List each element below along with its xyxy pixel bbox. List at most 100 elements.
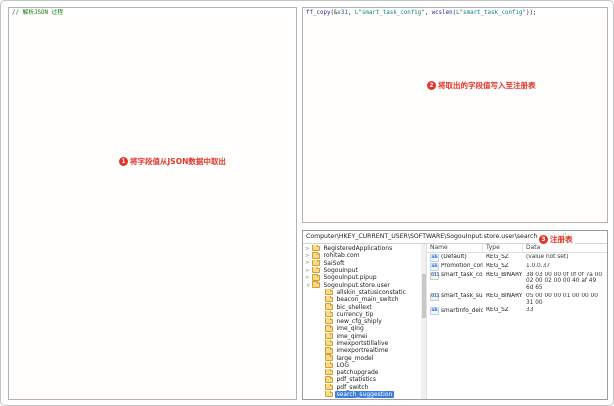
folder-icon [325, 376, 333, 383]
tree-item-label: pdf_statistics [336, 376, 376, 384]
registry-tree-item[interactable]: allskin_statusiconstatic [303, 288, 421, 296]
chevron-right-icon[interactable] [305, 268, 311, 274]
code-line: // 解析JSON 过程 [12, 10, 64, 16]
registry-value-list: Name Type Data ab (Default) REG_SZ (value not… [426, 244, 607, 399]
tree-item-label: ime_qing [336, 325, 364, 333]
registry-tree-item[interactable]: SaiSoft [303, 259, 421, 267]
value-data: (value not set) [526, 253, 569, 260]
registry-tree-item[interactable]: SogouInput.store.user [303, 281, 421, 289]
tree-item-label: pdf_switch [336, 383, 369, 391]
tree-scrollbar[interactable] [421, 244, 426, 399]
column-header[interactable]: Data [523, 244, 607, 252]
chevron-right-icon[interactable] [305, 253, 311, 259]
registry-editor-window: Computer\HKEY_CURRENT_USER\SOFTWARE\Sogo… [302, 230, 608, 400]
value-data: 05 00 00 00 01 00 00 00 31 00 [526, 292, 598, 306]
tree-item-label: search_suggestion [335, 391, 394, 399]
folder-icon [325, 332, 333, 339]
step-1-badge: 1 [119, 157, 128, 166]
registry-tree-item[interactable]: large_model [303, 354, 421, 362]
binary-value-icon: 011 [430, 292, 440, 301]
chevron-right-icon[interactable] [305, 275, 311, 281]
registry-tree-item[interactable]: search_suggestion [303, 390, 421, 399]
registry-tree-item[interactable]: new_cfg_shiply [303, 317, 421, 326]
tree-item-label: imexportstillalive [336, 340, 389, 347]
malware-analysis-figure: // 解析JSON 过程json_1 = ff_to_json(&value_2… [0, 0, 614, 406]
folder-icon [325, 303, 333, 310]
tree-item-label: new_cfg_shiply [336, 318, 382, 326]
step-2-badge: 2 [427, 81, 436, 90]
folder-icon [312, 245, 320, 252]
registry-tree-item[interactable]: ime_qimei [303, 332, 421, 340]
registry-tree-item[interactable]: pdf_switch [303, 383, 421, 391]
folder-icon [325, 288, 333, 296]
folder-icon [312, 274, 320, 281]
registry-tree-item[interactable]: bic_shellext [303, 303, 421, 311]
folder-icon [325, 369, 333, 376]
binary-value-icon: 011 [430, 271, 440, 280]
tree-item-label: beacon_main_switch [336, 296, 399, 304]
registry-tree-item[interactable]: LOG [303, 361, 421, 369]
registry-value-row[interactable]: ab (Default) REG_SZ (value not set) [427, 253, 607, 262]
folder-icon [325, 383, 333, 391]
tree-item-label: SaiSoft [323, 259, 345, 267]
tree-item-label: LOG [336, 361, 350, 369]
registry-tree-item[interactable]: patchupgrade [303, 369, 421, 376]
registry-tree-item[interactable]: SogouInput.pipup [303, 274, 421, 281]
column-header[interactable]: Type [483, 244, 523, 252]
value-type: REG_SZ [486, 307, 509, 314]
folder-icon [325, 347, 333, 354]
value-type: REG_SZ [486, 253, 509, 260]
tree-item-label: SogouInput [323, 267, 358, 275]
folder-icon [325, 361, 333, 369]
registry-body: RegisteredApplicationsrohitab.comSaiSoft… [303, 244, 607, 399]
value-data: 33 [526, 307, 534, 314]
annotation-write-registry: 2 将取出的字段值写入至注册表 [425, 80, 538, 91]
registry-tree-item[interactable]: rohitab.com [303, 252, 421, 259]
registry-tree-item[interactable]: currency_tip [303, 310, 421, 318]
registry-tree-item[interactable]: RegisteredApplications [303, 245, 421, 252]
registry-tree-item[interactable]: SogouInput [303, 266, 421, 275]
tree-item-label: large_model [336, 354, 374, 362]
registry-tree-item[interactable]: ime_qing [303, 325, 421, 332]
chevron-right-icon[interactable] [305, 260, 311, 266]
value-name: smart_task_sup... [441, 293, 483, 300]
tree-item-label: patchupgrade [336, 369, 379, 377]
value-type: REG_SZ [486, 262, 509, 269]
folder-icon [325, 310, 333, 318]
registry-tree-item[interactable]: pdf_statistics [303, 376, 421, 383]
registry-key-tree: RegisteredApplicationsrohitab.comSaiSoft… [303, 244, 421, 399]
annotation-registry: 3 注册表 [537, 234, 575, 245]
folder-icon [325, 339, 333, 347]
json-parse-code-panel: // 解析JSON 过程json_1 = ff_to_json(&value_2… [8, 7, 297, 400]
folder-icon [312, 252, 320, 259]
registry-value-row[interactable]: abPromotion_conf...REG_SZ 1.0.0.37 [427, 262, 607, 271]
tree-item-label: RegisteredApplications [323, 245, 393, 253]
registry-tree-item[interactable]: imexportstillalive [303, 339, 421, 347]
tree-item-label: ime_qimei [336, 332, 368, 340]
chevron-down-icon[interactable] [305, 282, 311, 288]
registry-write-code-panel: ff_copy(&v31, L"smart_task_config", wcsl… [302, 7, 608, 223]
value-name: (Default) [441, 254, 467, 261]
folder-icon [325, 325, 333, 332]
column-header[interactable]: Name [427, 244, 483, 252]
registry-value-row[interactable]: 011smart_task_sup...REG_BINARY05 00 00 0… [427, 292, 607, 307]
step-3-badge: 3 [539, 235, 548, 244]
folder-icon [312, 281, 320, 288]
scrollbar-thumb[interactable] [421, 274, 426, 318]
string-value-icon: ab [430, 253, 439, 262]
tree-item-label: currency_tip [336, 310, 374, 318]
registry-tree-item[interactable]: imexportrealtime [303, 347, 421, 354]
registry-tree-item[interactable]: beacon_main_switch [303, 296, 421, 303]
folder-icon [312, 259, 320, 266]
folder-icon [325, 296, 333, 303]
value-data: 38 03 00 00 0f 0f 0f 7a 00 02 00 02 00 0… [526, 271, 603, 292]
tree-item-label: allskin_statusiconstatic [336, 288, 406, 296]
annotation-text: 注册表 [550, 235, 573, 244]
registry-value-row[interactable]: absmartinfo_deic...REG_SZ 33 [427, 307, 607, 316]
tree-item-label: rohitab.com [323, 252, 360, 260]
value-name: smart_task_config [441, 272, 483, 279]
tree-item-label: imexportrealtime [336, 347, 389, 355]
chevron-right-icon[interactable] [305, 246, 311, 252]
registry-value-row[interactable]: 011smart_task_configREG_BINARY38 03 00 0… [427, 271, 607, 292]
value-type: REG_BINARY [486, 292, 523, 299]
